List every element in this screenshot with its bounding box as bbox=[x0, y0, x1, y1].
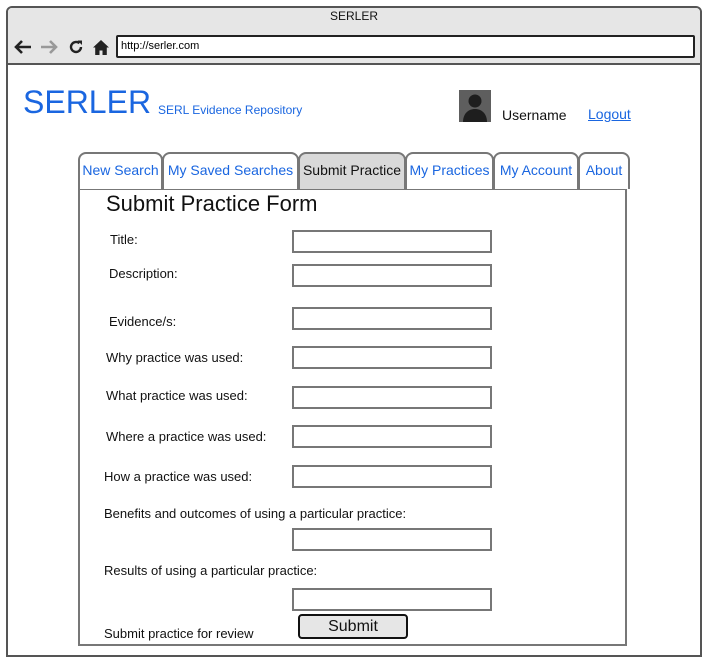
results-field[interactable] bbox=[292, 588, 492, 611]
window-title: SERLER bbox=[329, 9, 379, 23]
description-label: Description: bbox=[109, 266, 178, 281]
tab-my-account[interactable]: My Account bbox=[493, 152, 579, 189]
title-field[interactable] bbox=[292, 230, 492, 253]
tab-my-practices[interactable]: My Practices bbox=[405, 152, 494, 189]
benefits-field[interactable] bbox=[292, 528, 492, 551]
why-field[interactable] bbox=[292, 346, 492, 369]
why-label: Why practice was used: bbox=[106, 350, 244, 365]
how-field[interactable] bbox=[292, 465, 492, 488]
page-content: SERLER SERL Evidence Repository Username… bbox=[8, 67, 700, 655]
form-title: Submit Practice Form bbox=[106, 191, 318, 216]
how-label: How a practice was used: bbox=[104, 469, 253, 484]
logout-link[interactable]: Logout bbox=[588, 106, 631, 122]
evidence-field[interactable] bbox=[292, 307, 492, 330]
address-bar[interactable]: http://serler.com bbox=[116, 35, 695, 58]
user-avatar-icon bbox=[459, 90, 491, 122]
tab-submit-practice[interactable]: Submit Practice bbox=[298, 152, 406, 189]
site-tagline: SERL Evidence Repository bbox=[158, 103, 303, 117]
home-icon[interactable] bbox=[90, 38, 112, 56]
submit-prompt: Submit practice for review bbox=[104, 626, 254, 641]
back-arrow-icon[interactable] bbox=[12, 38, 34, 56]
what-label: What practice was used: bbox=[106, 388, 248, 403]
browser-window: SERLER http://serler.com SERLER SERL Evi… bbox=[6, 6, 702, 657]
reload-icon[interactable] bbox=[65, 38, 87, 56]
title-label: Title: bbox=[110, 232, 138, 247]
forward-arrow-icon[interactable] bbox=[38, 38, 60, 56]
submit-practice-form: Submit Practice Form Title: Description:… bbox=[78, 189, 627, 646]
site-logo[interactable]: SERLER bbox=[23, 82, 151, 122]
evidence-label: Evidence/s: bbox=[109, 314, 177, 329]
main-tabs: New Search My Saved Searches Submit Prac… bbox=[78, 152, 630, 189]
what-field[interactable] bbox=[292, 386, 492, 409]
where-label: Where a practice was used: bbox=[106, 429, 267, 444]
results-label: Results of using a particular practice: bbox=[104, 563, 318, 578]
benefits-label: Benefits and outcomes of using a particu… bbox=[104, 506, 407, 521]
tab-about[interactable]: About bbox=[578, 152, 630, 189]
where-field[interactable] bbox=[292, 425, 492, 448]
description-field[interactable] bbox=[292, 264, 492, 287]
tab-my-saved-searches[interactable]: My Saved Searches bbox=[162, 152, 299, 189]
submit-button[interactable]: Submit bbox=[298, 614, 408, 639]
tab-new-search[interactable]: New Search bbox=[78, 152, 163, 189]
browser-titlebar: SERLER http://serler.com bbox=[8, 8, 700, 65]
username-label: Username bbox=[502, 107, 567, 123]
